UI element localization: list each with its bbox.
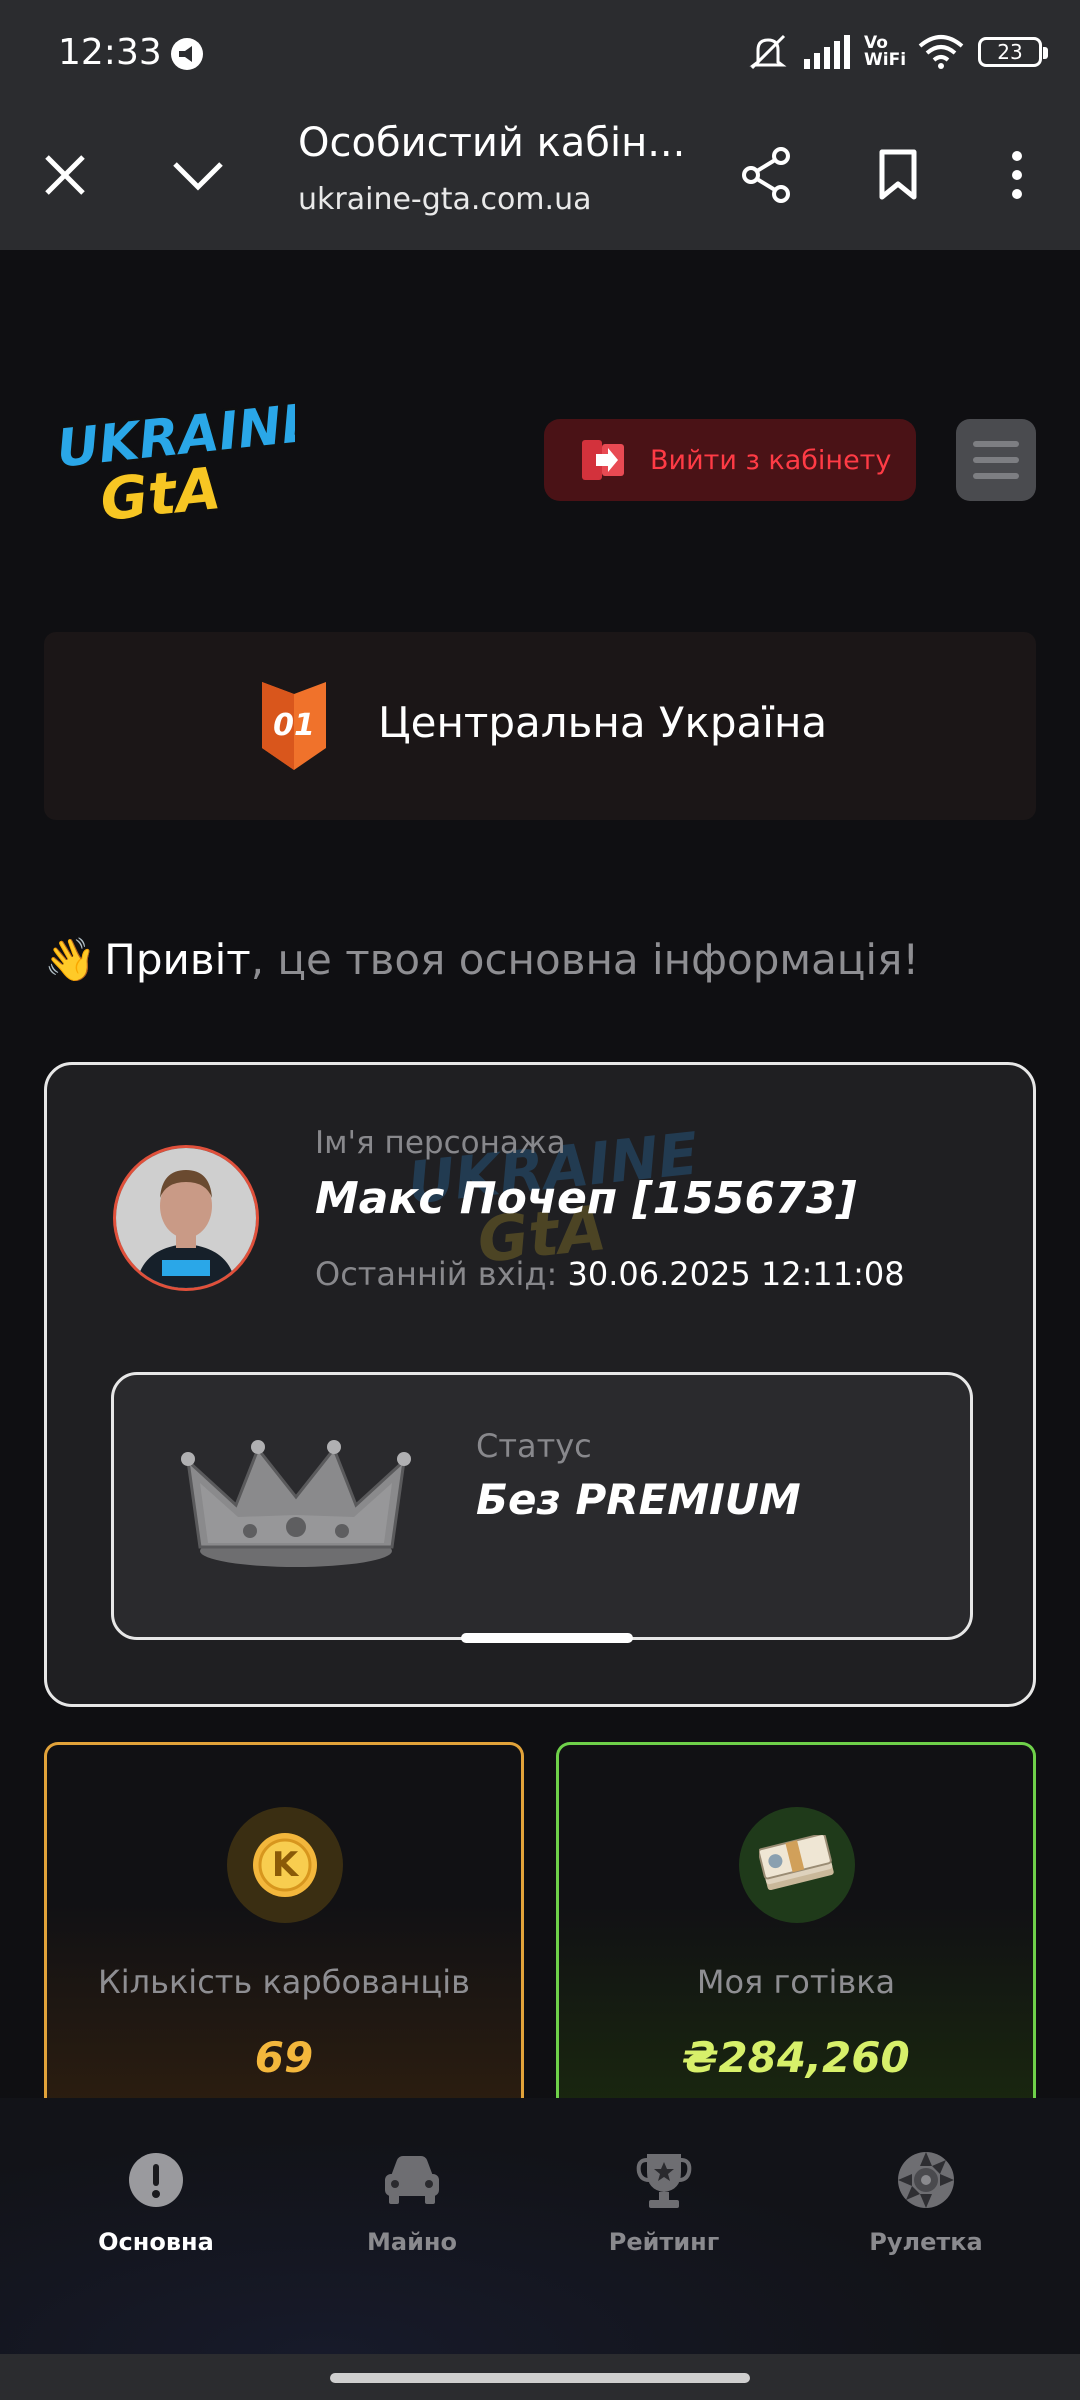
character-name-label: Ім'я персонажа [315, 1125, 566, 1161]
money-graphic [759, 1835, 834, 1891]
cellular-signal-icon [804, 35, 850, 69]
chevron-down-icon [173, 162, 223, 191]
more-button[interactable] [982, 140, 1052, 210]
status-time: 12:33 [58, 32, 162, 73]
coin-letter: K [271, 1845, 299, 1885]
page-title: Особистий кабін... [298, 120, 686, 166]
trophy-icon [632, 2148, 696, 2212]
nav-label: Рейтинг [608, 2228, 720, 2256]
status-bar: 12:33 Vo WiFi 23 [0, 0, 1080, 100]
hamburger-line [973, 457, 1019, 463]
wave-emoji-icon: 👋 [44, 935, 97, 984]
crown-icon [181, 1440, 411, 1567]
status-label: Статус [476, 1427, 592, 1465]
bookmark-button[interactable] [863, 140, 933, 210]
logout-label: Вийти з кабінету [650, 444, 892, 476]
character-name: Макс Почеп [155673] [315, 1173, 857, 1224]
notification-icon [171, 38, 203, 70]
browser-toolbar: Особистий кабін... ukraine-gta.com.ua [0, 100, 1080, 250]
cash-value: ₴284,260 [682, 2033, 910, 2082]
hamburger-menu-button[interactable] [956, 419, 1036, 501]
info-icon [124, 2148, 188, 2212]
server-name: Центральна Україна [378, 698, 828, 747]
nav-item-roulette[interactable]: Рулетка [816, 2148, 1036, 2298]
karbovantsi-label: Кількість карбованців [98, 1963, 470, 2001]
last-login-label: Останній вхід: [315, 1255, 558, 1293]
scroll-indicator [461, 1633, 633, 1643]
server-banner[interactable]: 01 Центральна Україна [44, 632, 1036, 820]
greeting-text: , це твоя основна інформація! [250, 935, 920, 984]
car-icon [380, 2148, 444, 2212]
vowifi-label: Vo WiFi [864, 33, 907, 70]
last-login-value: 30.06.2025 12:11:08 [567, 1255, 905, 1293]
hamburger-line [973, 473, 1019, 479]
more-vert-icon [1012, 151, 1022, 199]
logout-icon [582, 440, 624, 480]
nav-label: Рулетка [869, 2228, 983, 2256]
battery-indicator: 23 [978, 37, 1048, 67]
silent-mode-icon [749, 34, 787, 70]
greeting-hello: Привіт [104, 935, 251, 984]
premium-status-box[interactable]: Статус Без PREMIUM [111, 1372, 973, 1643]
collapse-button[interactable] [163, 140, 233, 210]
roulette-icon [894, 2148, 958, 2212]
home-gesture-handle[interactable] [330, 2373, 750, 2383]
bottom-navigation: Основна Майно Рейтинг Рулетка [0, 2098, 1080, 2354]
logout-button[interactable]: Вийти з кабінету [544, 419, 916, 501]
character-avatar[interactable] [113, 1145, 259, 1291]
close-button[interactable] [30, 140, 100, 210]
share-button[interactable] [731, 140, 801, 210]
last-login: Останній вхід: 30.06.2025 12:11:08 [315, 1255, 905, 1293]
nav-item-property[interactable]: Майно [302, 2148, 522, 2298]
ukraine-gta-logo[interactable]: UKRAINE GtA [50, 395, 295, 530]
nav-item-main[interactable]: Основна [46, 2148, 266, 2298]
hamburger-line [973, 441, 1019, 447]
profile-card: UKRAINE GtA Ім'я персонажа Макс Почеп [1… [44, 1062, 1036, 1707]
share-icon [742, 147, 790, 203]
money-stack-icon [739, 1807, 855, 1923]
nav-label: Майно [367, 2228, 457, 2256]
svg-text:GtA: GtA [97, 454, 224, 530]
wifi-icon [918, 35, 964, 69]
bookmark-icon [879, 149, 917, 200]
system-gesture-area [0, 2354, 1080, 2400]
karbovantsi-value: 69 [254, 2033, 314, 2082]
cash-card[interactable]: Моя готівка ₴284,260 [556, 1742, 1036, 2102]
close-icon [45, 155, 85, 195]
cash-label: Моя готівка [696, 1963, 896, 2001]
status-icons: Vo WiFi 23 [746, 30, 1048, 74]
status-value: Без PREMIUM [476, 1475, 801, 1524]
karbovantsi-card[interactable]: K Кількість карбованців 69 [44, 1742, 524, 2102]
nav-label: Основна [98, 2228, 214, 2256]
greeting: 👋 Привіт, це твоя основна інформація! [44, 935, 919, 985]
nav-item-rating[interactable]: Рейтинг [554, 2148, 774, 2298]
avatar-portrait [116, 1148, 256, 1288]
server-badge-number: 01 [273, 708, 315, 743]
page-url[interactable]: ukraine-gta.com.ua [298, 182, 591, 217]
